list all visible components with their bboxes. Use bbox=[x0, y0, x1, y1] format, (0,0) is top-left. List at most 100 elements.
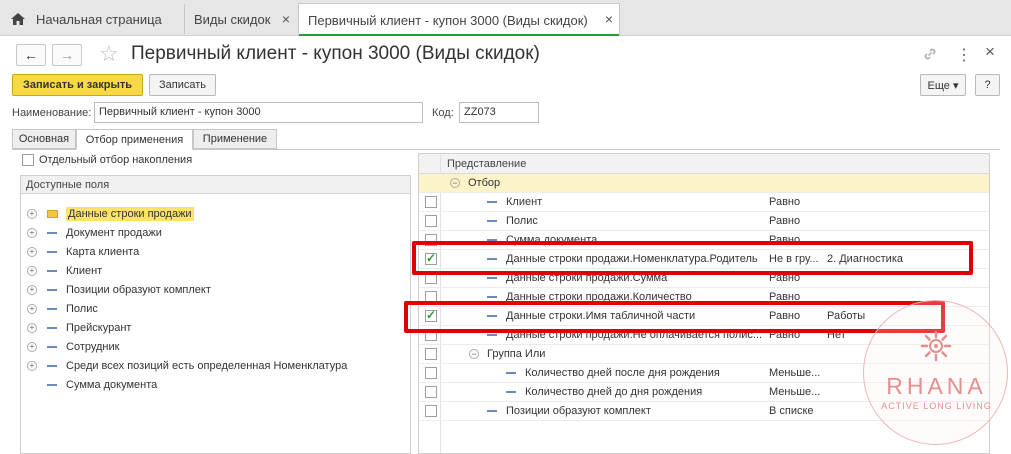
save-button[interactable]: Записать bbox=[149, 74, 216, 96]
more-menu-button[interactable]: Еще ▾ bbox=[920, 74, 966, 96]
tree-item[interactable]: + Позиции образуют комплект bbox=[21, 280, 410, 299]
field-icon bbox=[487, 277, 497, 279]
row-name: Количество дней после дня рождения bbox=[506, 367, 720, 379]
field-icon bbox=[47, 345, 57, 348]
tree-item-label: Клиент bbox=[66, 264, 103, 277]
expand-icon[interactable]: + bbox=[27, 360, 37, 371]
tree-item-label: Сотрудник bbox=[66, 340, 120, 353]
tab-application[interactable]: Применение bbox=[193, 129, 277, 149]
tree-item[interactable]: + Карта клиента bbox=[21, 242, 410, 261]
tab-main[interactable]: Основная bbox=[12, 129, 76, 149]
expand-icon[interactable]: + bbox=[27, 246, 37, 257]
highlight-box bbox=[412, 241, 973, 275]
expand-icon[interactable]: + bbox=[27, 208, 37, 219]
row-condition[interactable]: Равно bbox=[769, 215, 824, 227]
tab-discount-types[interactable]: Виды скидок × bbox=[184, 4, 296, 34]
row-name: − Отбор bbox=[450, 177, 500, 189]
collapse-icon[interactable]: − bbox=[450, 178, 460, 188]
grid-header-label: Представление bbox=[447, 158, 527, 170]
expand-icon[interactable]: + bbox=[27, 303, 37, 314]
tab-home-label: Начальная страница bbox=[36, 11, 162, 27]
row-condition[interactable]: Меньше... bbox=[769, 386, 824, 398]
row-name: Количество дней до дня рождения bbox=[506, 386, 702, 398]
available-fields-header: Доступные поля bbox=[21, 176, 410, 194]
row-checkbox[interactable] bbox=[425, 348, 437, 360]
tree-item[interactable]: + Сотрудник bbox=[21, 337, 410, 356]
field-icon bbox=[487, 410, 497, 412]
page-title: Первичный клиент - купон 3000 (Виды скид… bbox=[131, 43, 540, 64]
tree-item-label: Среди всех позиций есть определенная Ном… bbox=[66, 359, 348, 372]
row-condition[interactable]: Равно bbox=[769, 196, 824, 208]
tree-item-label: Сумма документа bbox=[66, 378, 158, 391]
tree-item[interactable]: Сумма документа bbox=[21, 375, 410, 394]
name-field[interactable]: Первичный клиент - купон 3000 bbox=[94, 102, 423, 123]
tree-item[interactable]: + Полис bbox=[21, 299, 410, 318]
tab-home[interactable]: Начальная страница bbox=[0, 4, 183, 34]
field-icon bbox=[47, 250, 57, 253]
collapse-icon[interactable]: − bbox=[469, 349, 479, 359]
row-condition[interactable]: В списке bbox=[769, 405, 824, 417]
row-name: − Группа Или bbox=[469, 348, 545, 360]
filter-group-row[interactable]: − Отбор bbox=[419, 174, 989, 193]
tree-item[interactable]: + Данные строки продажи bbox=[21, 204, 410, 223]
separate-filter-option[interactable]: Отдельный отбор накопления bbox=[22, 154, 192, 166]
row-name: Полис bbox=[487, 215, 538, 227]
field-icon bbox=[47, 364, 57, 367]
tab-current-document[interactable]: Первичный клиент - купон 3000 (Виды скид… bbox=[298, 3, 620, 36]
help-button[interactable]: ? bbox=[975, 74, 1000, 96]
row-name-label: Позиции образуют комплект bbox=[506, 405, 651, 417]
field-icon bbox=[506, 391, 516, 393]
code-field[interactable]: ZZ073 bbox=[459, 102, 539, 123]
field-icon bbox=[487, 220, 497, 222]
separate-filter-checkbox[interactable] bbox=[22, 154, 34, 166]
expand-icon[interactable]: + bbox=[27, 227, 37, 238]
row-condition[interactable]: Меньше... bbox=[769, 367, 824, 379]
row-checkbox[interactable] bbox=[425, 405, 437, 417]
watermark-logo: RHANA ACTIVE LONG LIVING bbox=[863, 300, 1008, 445]
watermark-tagline: ACTIVE LONG LIVING bbox=[881, 401, 992, 411]
arrow-right-icon: → bbox=[60, 47, 74, 63]
save-and-close-button[interactable]: Записать и закрыть bbox=[12, 74, 143, 96]
row-name-label: Группа Или bbox=[487, 348, 546, 360]
row-checkbox[interactable] bbox=[425, 367, 437, 379]
star-icon[interactable]: ☆ bbox=[99, 41, 119, 67]
tree-item[interactable]: + Клиент bbox=[21, 261, 410, 280]
row-name-label: Полис bbox=[506, 215, 538, 227]
link-icon[interactable] bbox=[922, 46, 938, 62]
available-fields-panel: Доступные поля + Данные строки продажи + До… bbox=[20, 175, 411, 454]
close-icon[interactable]: × bbox=[282, 11, 290, 27]
forward-button[interactable]: → bbox=[52, 44, 82, 66]
expand-icon[interactable]: + bbox=[27, 341, 37, 352]
filter-row[interactable]: Полис Равно bbox=[419, 212, 989, 231]
row-checkbox[interactable] bbox=[425, 386, 437, 398]
tab-current-document-label: Первичный клиент - купон 3000 (Виды скид… bbox=[308, 12, 588, 28]
tree-item-label: Позиции образуют комплект bbox=[66, 283, 211, 296]
menu-icon[interactable]: ⋮ bbox=[956, 45, 972, 65]
tree-item-label: Карта клиента bbox=[66, 245, 140, 258]
tab-filter[interactable]: Отбор применения bbox=[76, 129, 193, 150]
expand-icon[interactable]: + bbox=[27, 284, 37, 295]
expand-icon[interactable]: + bbox=[27, 265, 37, 276]
tree-item[interactable]: + Среди всех позиций есть определенная Но… bbox=[21, 356, 410, 375]
field-icon bbox=[47, 383, 57, 386]
field-icon bbox=[487, 201, 497, 203]
filter-row[interactable]: Клиент Равно bbox=[419, 193, 989, 212]
row-checkbox[interactable] bbox=[425, 196, 437, 208]
home-icon bbox=[11, 13, 25, 25]
tree-item-label: Документ продажи bbox=[66, 226, 162, 239]
sun-icon bbox=[920, 330, 952, 362]
close-icon[interactable]: × bbox=[985, 42, 995, 62]
close-icon[interactable]: × bbox=[605, 11, 613, 27]
row-name-label: Клиент bbox=[506, 196, 543, 208]
field-icon bbox=[47, 269, 57, 272]
code-label: Код: bbox=[432, 107, 454, 119]
tree-item[interactable]: + Прейскурант bbox=[21, 318, 410, 337]
row-name-label: Количество дней до дня рождения bbox=[525, 386, 703, 398]
expand-icon[interactable]: + bbox=[27, 322, 37, 333]
back-button[interactable]: ← bbox=[16, 44, 46, 66]
tab-discount-types-label: Виды скидок bbox=[194, 11, 271, 27]
field-icon bbox=[487, 334, 497, 336]
tree-item-label: Полис bbox=[66, 302, 98, 315]
tree-item[interactable]: + Документ продажи bbox=[21, 223, 410, 242]
row-checkbox[interactable] bbox=[425, 215, 437, 227]
